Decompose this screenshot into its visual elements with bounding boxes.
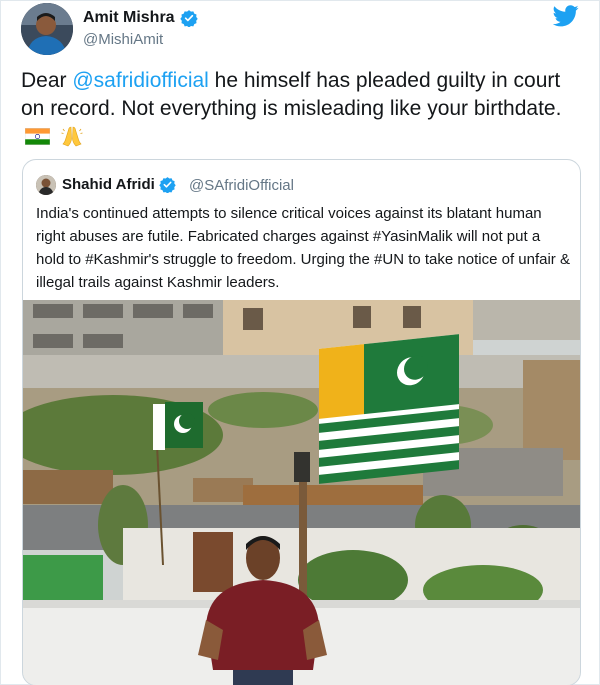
tweet-body: Dear @safridiofficial he himself has ple… xyxy=(21,67,586,151)
author-avatar[interactable] xyxy=(21,3,73,55)
quoted-tweet[interactable]: Shahid Afridi @SAfridiOfficial India's c… xyxy=(22,159,581,685)
author-handle[interactable]: @MishiAmit xyxy=(83,31,163,48)
quoted-author-name-row[interactable]: Shahid Afridi xyxy=(62,176,176,193)
tweet-card: Amit Mishra @MishiAmit Dear @safridioffi… xyxy=(0,0,600,685)
quoted-tweet-photo[interactable] xyxy=(23,300,580,685)
mention-link[interactable]: @safridiofficial xyxy=(72,69,208,92)
kashmir-flag xyxy=(319,334,459,484)
quoted-verified-badge-icon xyxy=(159,177,176,193)
author-name-row[interactable]: Amit Mishra xyxy=(83,9,198,27)
twitter-bird-icon[interactable] xyxy=(553,5,579,27)
india-flag-icon xyxy=(25,128,50,145)
folded-hands-icon xyxy=(61,126,83,147)
quoted-tweet-text: India's continued attempts to silence cr… xyxy=(36,205,570,291)
verified-badge-icon xyxy=(179,10,198,27)
tweet-text-prefix: Dear xyxy=(21,69,73,92)
author-name[interactable]: Amit Mishra xyxy=(83,9,175,27)
rooftop-flag-scene-image xyxy=(23,300,580,685)
quoted-author-name[interactable]: Shahid Afridi xyxy=(62,176,155,193)
quoted-author-avatar[interactable] xyxy=(36,175,56,195)
quoted-author-handle[interactable]: @SAfridiOfficial xyxy=(189,177,294,194)
